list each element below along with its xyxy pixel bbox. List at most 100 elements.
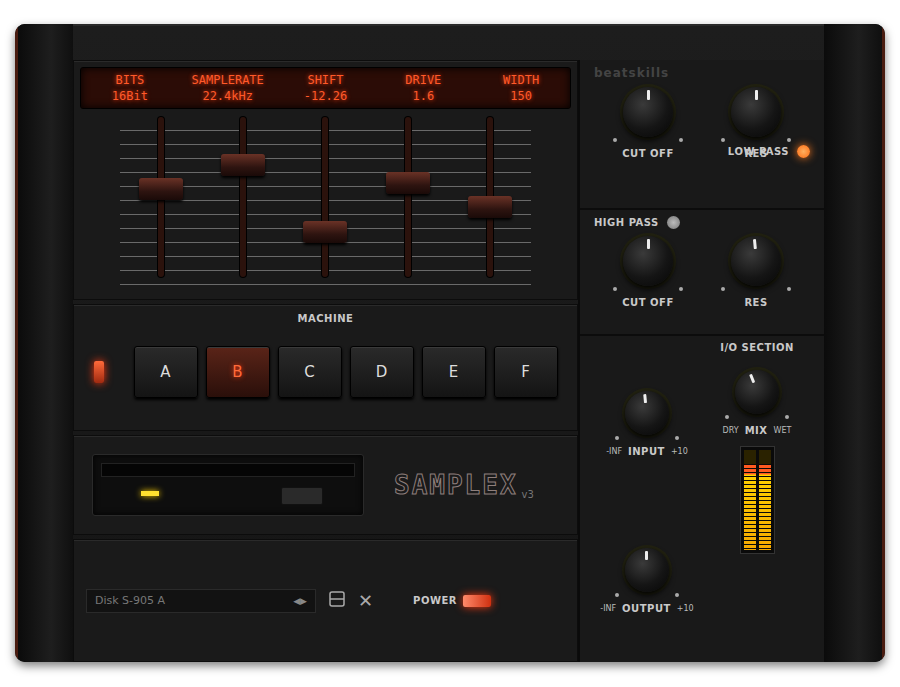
device-body: BITS 16Bit SAMPLERATE22.4kHz SHIFT -12.26 DRI… — [15, 24, 885, 662]
fader-track — [158, 117, 164, 277]
power-label: POWER — [413, 595, 457, 606]
knob-control: -INF INPUT +10 — [606, 384, 688, 457]
fader-handle[interactable] — [221, 154, 265, 176]
filter-label: LOW PASS — [728, 146, 789, 157]
fader-handle[interactable] — [386, 172, 430, 194]
max-label: +10 — [671, 447, 688, 456]
knob-control: DRYMIXWET — [723, 363, 792, 436]
knob-control: CUT OFF — [611, 229, 685, 308]
save-icon[interactable] — [328, 590, 346, 612]
max-dot — [679, 138, 683, 142]
knob-label: OUTPUT — [622, 603, 671, 614]
max-dot — [679, 287, 683, 291]
lcd-display: BITS 16Bit SAMPLERATE22.4kHz SHIFT -12.26 DRI… — [80, 67, 571, 109]
fader-panel: BITS 16Bit SAMPLERATE22.4kHz SHIFT -12.26 DRI… — [73, 60, 578, 300]
fader-track — [405, 117, 411, 277]
left-rail — [15, 24, 73, 662]
lcd-label: SHIFT — [307, 73, 343, 87]
knob-row: CUT OFF RES — [594, 229, 810, 308]
io-left: -INFINPUT+10-INFOUTPUT+10 — [594, 342, 700, 656]
knob-area — [611, 80, 685, 144]
meter-fill — [759, 464, 771, 550]
knob-area — [719, 229, 793, 293]
knob-indicator — [643, 391, 648, 413]
knob-scale: -INF INPUT +10 — [606, 446, 688, 457]
knob-control: CUT OFF — [611, 80, 685, 159]
high-pass-section: HIGH PASS CUT OFF RES — [580, 210, 824, 336]
machine-button[interactable]: F — [494, 346, 558, 398]
fader-handle[interactable] — [139, 178, 183, 200]
machine-button[interactable]: E — [422, 346, 486, 398]
min-label: DRY — [723, 426, 739, 435]
lcd-cell: SHIFT -12.26 — [277, 73, 375, 103]
meter-fill — [744, 464, 756, 550]
knob[interactable] — [731, 236, 781, 286]
filter-led[interactable] — [797, 145, 810, 158]
knob-label: CUT OFF — [622, 148, 673, 159]
lcd-cell: SAMPLERATE22.4kHz — [179, 73, 277, 103]
eject-button[interactable] — [281, 487, 323, 505]
knob-area — [611, 229, 685, 293]
fader-handle[interactable] — [303, 221, 347, 243]
min-dot — [725, 415, 729, 419]
lcd-value: 16Bit — [112, 89, 148, 103]
power-switch[interactable] — [463, 595, 491, 607]
knob-label: RES — [744, 297, 767, 308]
min-label: -INF — [600, 604, 616, 613]
lcd-value: -12.26 — [304, 89, 347, 103]
min-dot — [721, 138, 725, 142]
preset-name: Disk S-905 A — [95, 594, 165, 607]
level-meter — [740, 446, 775, 554]
lcd-value: 150 — [510, 89, 532, 103]
filter-toggle[interactable]: HIGH PASS — [594, 216, 810, 229]
knob-area — [613, 541, 681, 599]
floppy-drive — [92, 454, 364, 516]
knob-label: CUT OFF — [622, 297, 673, 308]
max-dot — [675, 436, 679, 440]
knob-indicator — [647, 87, 650, 112]
machine-button[interactable]: A — [134, 346, 198, 398]
machine-button[interactable]: C — [278, 346, 342, 398]
machine-button[interactable]: D — [350, 346, 414, 398]
filter-led[interactable] — [667, 216, 680, 229]
knob[interactable] — [625, 548, 669, 592]
machine-switch[interactable] — [94, 361, 104, 383]
knob-indicator — [645, 548, 648, 570]
io-title: I/O SECTION — [720, 342, 794, 353]
knob[interactable] — [623, 236, 673, 286]
io-right: I/O SECTION DRYMIXWET — [704, 342, 810, 656]
machine-label: MACHINE — [298, 313, 354, 324]
machine-buttons: ABCDEF — [94, 346, 558, 398]
fader-column — [367, 117, 449, 293]
fader-column — [202, 117, 284, 293]
machine-button[interactable]: B — [206, 346, 270, 398]
knob[interactable] — [735, 370, 779, 414]
max-dot — [785, 415, 789, 419]
main-area: BITS 16Bit SAMPLERATE22.4kHz SHIFT -12.26 DRI… — [73, 24, 824, 662]
knob-area — [719, 80, 793, 144]
min-label: -INF — [606, 447, 622, 456]
preset-field[interactable]: Disk S-905 A ◀▶ — [86, 589, 316, 613]
knob-control: -INFOUTPUT+10 — [600, 541, 693, 614]
knob[interactable] — [623, 87, 673, 137]
right-rail — [824, 24, 885, 662]
knob-indicator — [752, 236, 757, 261]
clear-button[interactable]: ✕ — [358, 590, 373, 611]
io-section: -INFINPUT+10-INFOUTPUT+10I/O SECTIONDRYM… — [580, 336, 824, 662]
lcd-label: BITS — [115, 73, 144, 87]
version-label: v3 — [522, 489, 534, 500]
max-dot — [787, 287, 791, 291]
fader-grid — [120, 117, 531, 293]
knob[interactable] — [625, 391, 669, 435]
knob[interactable] — [731, 87, 781, 137]
lcd-label: DRIVE — [405, 73, 441, 87]
fader-handle[interactable] — [468, 196, 512, 218]
filter-toggle[interactable]: LOW PASS — [728, 145, 810, 158]
knob-indicator — [755, 87, 758, 112]
min-dot — [721, 287, 725, 291]
fader-track — [487, 117, 493, 277]
knob-scale: -INFOUTPUT+10 — [600, 603, 693, 614]
knob-label: INPUT — [628, 446, 665, 457]
preset-arrows[interactable]: ◀▶ — [293, 596, 307, 606]
fader-column — [284, 117, 366, 293]
